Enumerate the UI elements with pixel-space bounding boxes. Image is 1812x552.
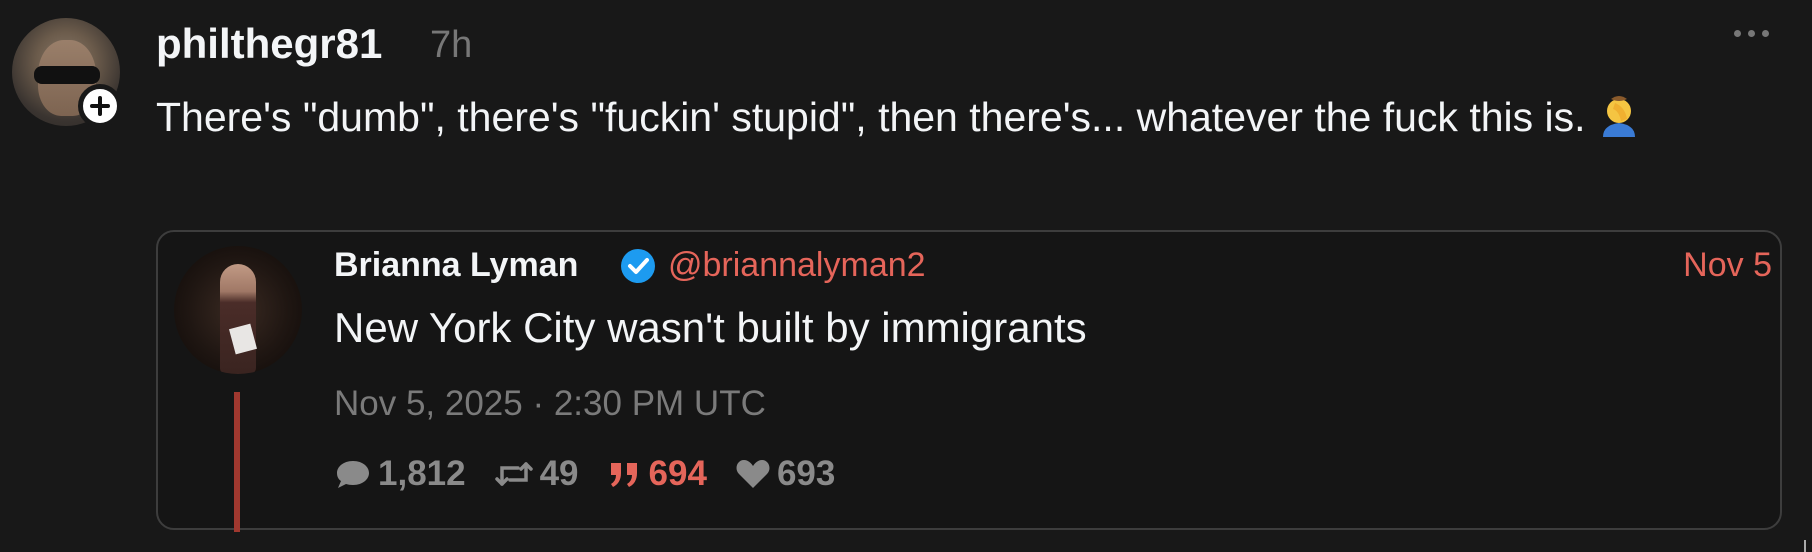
thread-line bbox=[234, 392, 240, 532]
avatar-person bbox=[220, 264, 256, 374]
reply-icon bbox=[337, 461, 369, 488]
reply-count: 1,812 bbox=[378, 454, 466, 493]
post-text: There's "dumb", there's "fuckin' stupid"… bbox=[156, 86, 1776, 148]
post-time[interactable]: 7h bbox=[430, 24, 472, 67]
repost-count: 49 bbox=[539, 454, 579, 493]
quoted-date[interactable]: Nov 5 bbox=[1683, 246, 1772, 285]
more-icon[interactable] bbox=[1734, 30, 1769, 37]
quote-count: 694 bbox=[648, 454, 707, 493]
plus-icon bbox=[90, 96, 110, 116]
username[interactable]: philthegr81 bbox=[156, 20, 382, 68]
reply-stat[interactable]: 1,812 bbox=[334, 454, 466, 494]
repost-stat[interactable]: 49 bbox=[494, 454, 579, 494]
quoted-stats: 1,812 49 694 693 bbox=[334, 454, 863, 494]
like-icon bbox=[736, 460, 770, 488]
quote-stat[interactable]: 694 bbox=[607, 454, 707, 494]
repost-icon bbox=[494, 462, 533, 486]
quoted-text: New York City wasn't built by immigrants bbox=[334, 304, 1087, 351]
avatar-glasses bbox=[34, 66, 100, 84]
quoted-post[interactable]: Brianna Lyman @briannalyman2 Nov 5 New Y… bbox=[156, 230, 1782, 532]
quoted-author-handle[interactable]: @briannalyman2 bbox=[668, 246, 926, 285]
quoted-timestamp: Nov 5, 2025 · 2:30 PM UTC bbox=[334, 384, 766, 423]
like-count: 693 bbox=[776, 454, 836, 493]
verified-icon bbox=[621, 249, 655, 283]
post-body: There's "dumb", there's "fuckin' stupid"… bbox=[156, 94, 1586, 140]
corner-mark bbox=[1804, 540, 1812, 552]
quoted-author-name[interactable]: Brianna Lyman bbox=[334, 246, 578, 285]
follow-button[interactable] bbox=[78, 84, 122, 128]
quoted-author-avatar[interactable] bbox=[174, 246, 302, 374]
quote-icon bbox=[610, 463, 637, 487]
facepalm-emoji-icon bbox=[1597, 92, 1641, 137]
like-stat[interactable]: 693 bbox=[735, 454, 835, 494]
